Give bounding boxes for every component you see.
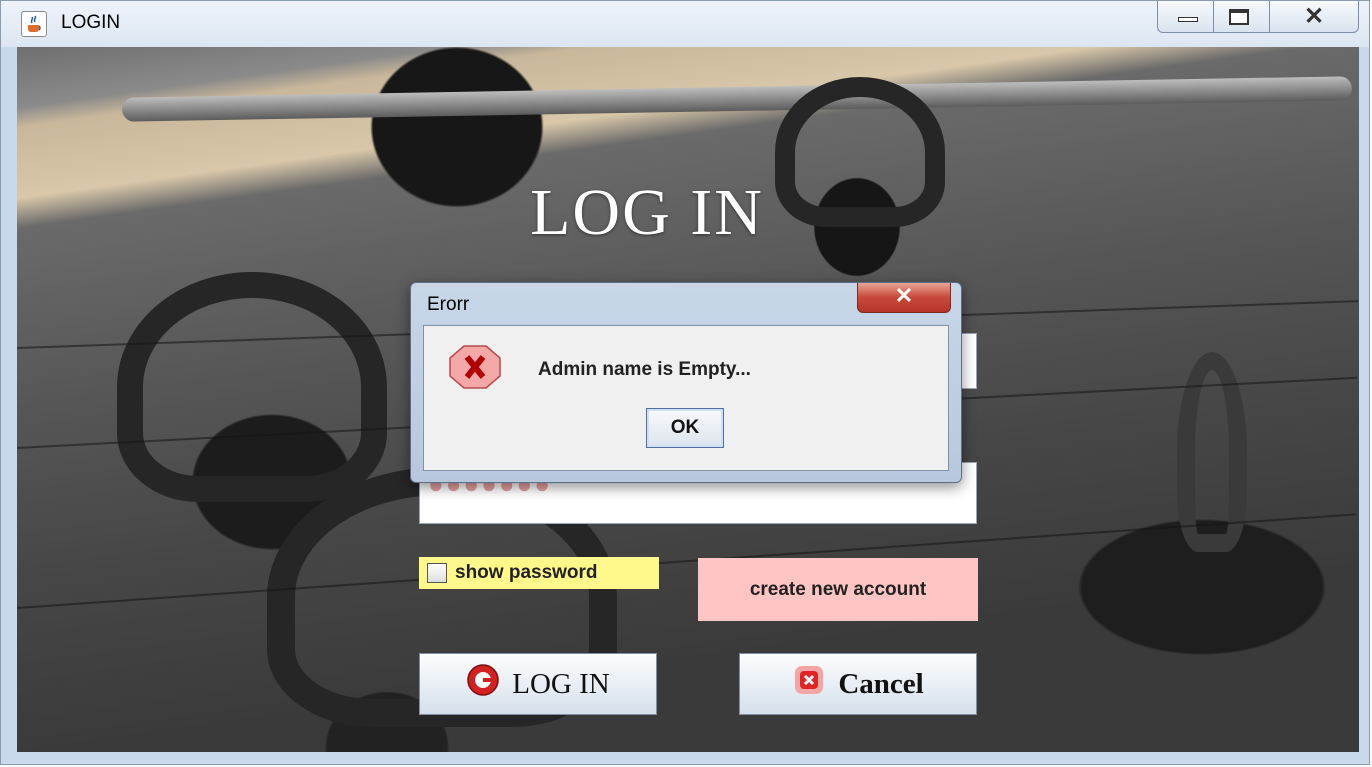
login-heading: LOG IN	[530, 176, 764, 249]
error-icon	[446, 344, 504, 395]
cancel-icon	[792, 663, 826, 705]
title-bar[interactable]: LOGIN ✕	[1, 1, 1369, 47]
dialog-title: Erorr	[427, 294, 470, 315]
barbell-image	[121, 76, 1353, 122]
close-icon[interactable]: ✕	[1270, 1, 1358, 32]
create-account-button[interactable]: create new account	[698, 558, 978, 621]
error-dialog: Erorr ✕ Admin name is Empty... OK	[410, 282, 962, 483]
dialog-close-button[interactable]: ✕	[857, 283, 951, 313]
floor-tile-line	[17, 513, 1356, 609]
close-icon: ✕	[894, 283, 914, 308]
dialog-message: Admin name is Empty...	[538, 359, 751, 380]
login-button[interactable]: LOG IN	[419, 653, 657, 715]
dialog-body: Admin name is Empty... OK	[423, 325, 949, 471]
show-password-toggle[interactable]: show password	[419, 557, 659, 589]
show-password-label: show password	[455, 562, 598, 583]
minimize-icon[interactable]	[1158, 1, 1214, 32]
java-cup-icon	[21, 11, 47, 37]
cancel-button[interactable]: Cancel	[739, 653, 977, 715]
maximize-icon[interactable]	[1214, 1, 1270, 32]
ok-button[interactable]: OK	[646, 408, 724, 448]
cancel-button-label: Cancel	[838, 667, 924, 700]
window-controls: ✕	[1157, 1, 1359, 33]
show-password-checkbox[interactable]	[427, 563, 447, 583]
power-icon	[466, 663, 500, 705]
kettlebell-handle-image	[117, 272, 387, 502]
login-button-label: LOG IN	[512, 667, 610, 700]
window-title: LOGIN	[61, 12, 121, 33]
